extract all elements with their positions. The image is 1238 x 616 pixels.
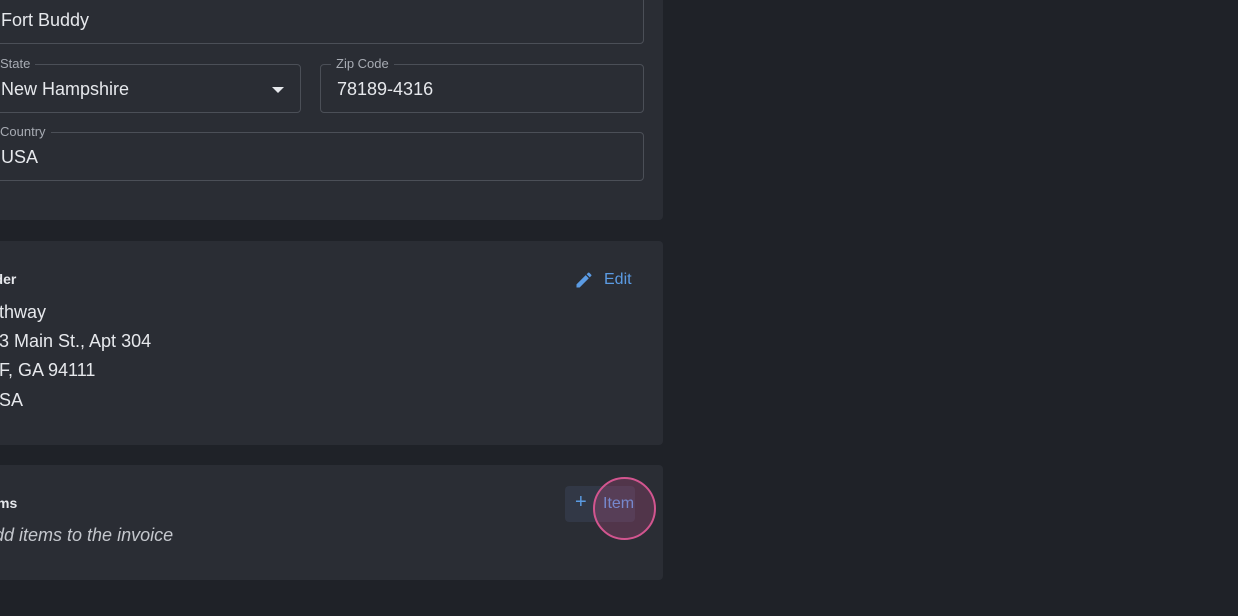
items-heading: ms: [0, 495, 18, 511]
add-item-button[interactable]: + Item: [565, 486, 635, 522]
zip-code-label: Zip Code: [331, 56, 394, 72]
city-field[interactable]: Fort Buddy: [0, 0, 644, 44]
state-value: New Hampshire: [1, 79, 130, 99]
sender-heading: nder: [0, 271, 17, 287]
caret-down-icon[interactable]: [272, 87, 284, 93]
country-value: USA: [1, 147, 39, 167]
items-empty-message: dd items to the invoice: [0, 525, 174, 545]
sender-address-line: F, GA 94111: [0, 360, 96, 380]
plus-icon: +: [575, 491, 587, 513]
zip-code-field[interactable]: Zip Code 78189-4316: [320, 56, 644, 113]
pencil-icon: [576, 272, 592, 288]
items-card: [0, 465, 663, 580]
country-field[interactable]: Country USA: [0, 124, 644, 181]
zip-code-value: 78189-4316: [337, 79, 434, 99]
country-label: Country: [0, 124, 51, 140]
edit-sender-button[interactable]: Edit: [574, 268, 632, 292]
sender-address-line: thway: [0, 302, 47, 322]
sender-address-line: SA: [0, 390, 24, 410]
state-label: State: [0, 56, 36, 72]
sender-address-line: 3 Main St., Apt 304: [0, 331, 152, 351]
city-value: Fort Buddy: [1, 10, 90, 30]
state-select[interactable]: State New Hampshire: [0, 56, 301, 113]
edit-label: Edit: [604, 271, 632, 288]
add-item-label: Item: [603, 495, 635, 512]
